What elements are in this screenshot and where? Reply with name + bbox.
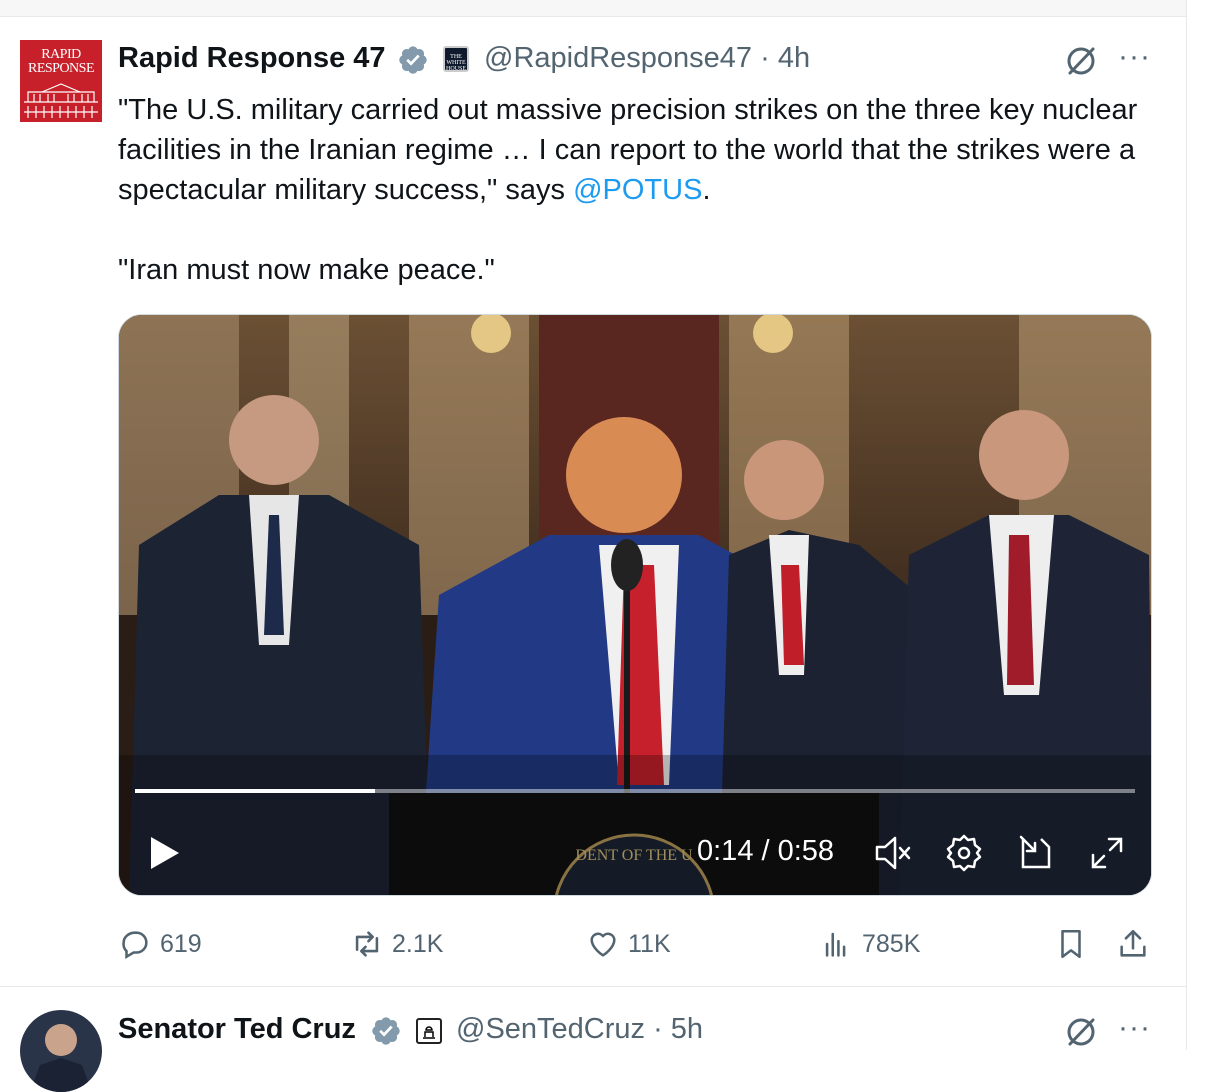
affiliation-badge: THE WHITE HOUSE xyxy=(443,46,469,72)
views-icon xyxy=(825,932,846,957)
reply-icon xyxy=(122,931,148,960)
mention-link[interactable]: @POTUS xyxy=(573,174,702,206)
share-button[interactable] xyxy=(1116,924,1150,964)
timeline-border xyxy=(1186,0,1187,1050)
avatar-photo xyxy=(30,1024,92,1092)
repost-count: 2.1K xyxy=(392,929,444,958)
video-frame: DENT OF THE U xyxy=(119,315,1151,895)
more-icon[interactable]: ··· xyxy=(1118,1011,1151,1045)
display-name[interactable]: Rapid Response 47 xyxy=(118,42,386,75)
bookmark-icon xyxy=(1061,929,1081,959)
grok-icon[interactable] xyxy=(1064,44,1098,78)
pip-icon[interactable] xyxy=(1015,833,1055,873)
tweet-text: "The U.S. military carried out massive p… xyxy=(118,94,1146,286)
verified-badge-icon xyxy=(372,1017,400,1045)
play-icon[interactable] xyxy=(145,833,185,873)
progress-fill xyxy=(135,789,375,793)
video-time: 0:14 / 0:58 xyxy=(697,835,835,867)
share-icon xyxy=(1120,929,1146,957)
video-player[interactable]: DENT OF THE U 0:14 / 0:58 xyxy=(118,314,1152,896)
repost-icon xyxy=(355,931,379,957)
like-icon xyxy=(590,932,616,957)
views-button[interactable]: 785K xyxy=(820,924,920,964)
avatar[interactable]: RAPID RESPONSE xyxy=(20,40,102,122)
settings-icon[interactable] xyxy=(944,833,984,873)
display-name[interactable]: Senator Ted Cruz xyxy=(118,1013,356,1046)
white-house-icon xyxy=(24,83,98,118)
views-count: 785K xyxy=(862,929,921,958)
like-count: 11K xyxy=(628,929,671,958)
previous-tweet-edge xyxy=(0,0,1186,17)
avatar[interactable] xyxy=(20,1010,102,1092)
grok-icon[interactable] xyxy=(1064,1015,1098,1049)
like-button[interactable]: 11K xyxy=(586,924,671,964)
reply-count: 619 xyxy=(160,929,202,958)
tweet-divider xyxy=(0,986,1186,987)
capitol-badge-icon xyxy=(416,1018,442,1044)
bookmark-button[interactable] xyxy=(1054,924,1088,964)
more-icon[interactable]: ··· xyxy=(1118,40,1151,74)
repost-button[interactable]: 2.1K xyxy=(350,924,443,964)
handle-and-time[interactable]: @RapidResponse47 · 4h xyxy=(484,42,810,75)
progress-bar[interactable] xyxy=(135,789,1135,793)
verified-badge-icon xyxy=(399,46,427,74)
mute-icon[interactable] xyxy=(873,833,913,873)
reply-button[interactable]: 619 xyxy=(118,924,202,964)
fullscreen-icon[interactable] xyxy=(1087,833,1127,873)
handle-and-time[interactable]: @SenTedCruz · 5h xyxy=(456,1013,703,1046)
